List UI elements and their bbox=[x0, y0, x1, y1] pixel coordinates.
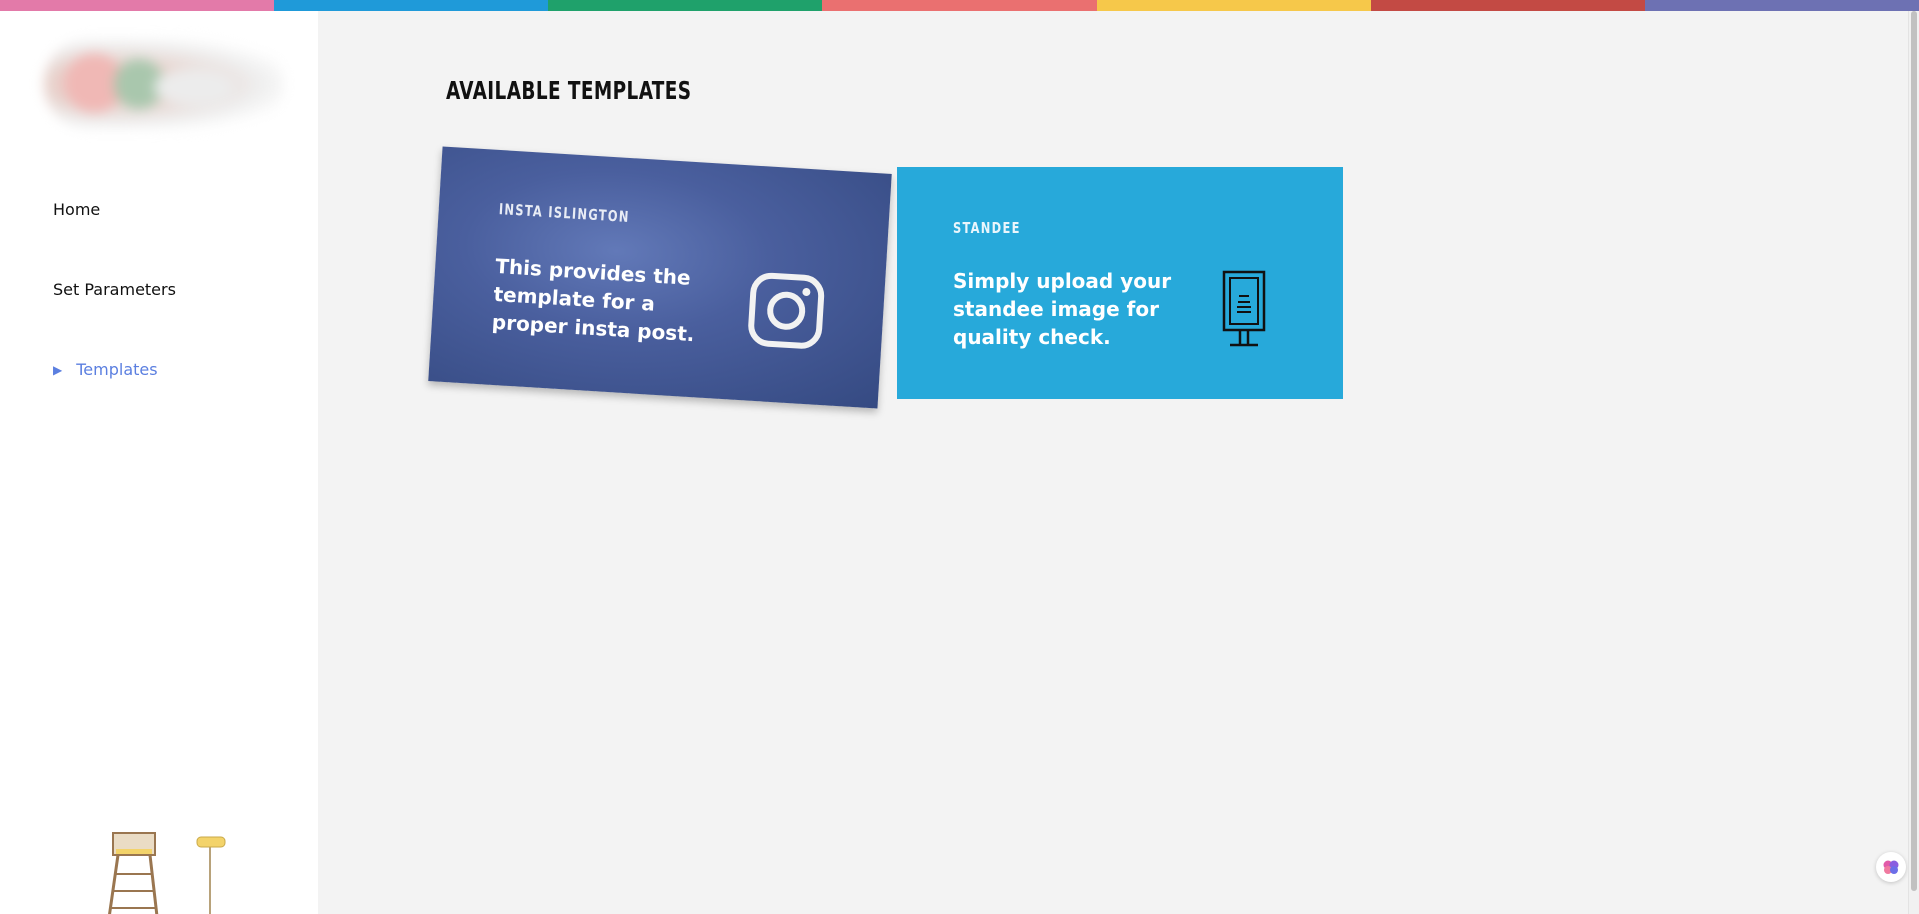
lifeguard-tower-illustration bbox=[108, 832, 226, 914]
sidebar-item-home[interactable]: Home bbox=[53, 200, 100, 219]
sidebar-item-templates[interactable]: ▶ Templates bbox=[53, 360, 158, 379]
caret-right-icon: ▶ bbox=[53, 362, 63, 377]
card-description: This provides the template for a proper … bbox=[491, 253, 696, 347]
card-title: STANDEE bbox=[953, 219, 1021, 237]
top-color-bar bbox=[0, 0, 1919, 11]
instagram-icon bbox=[748, 272, 825, 349]
vertical-scrollbar[interactable] bbox=[1908, 11, 1919, 914]
color-segment bbox=[0, 0, 275, 11]
color-segment bbox=[1096, 0, 1371, 11]
sidebar-item-set-parameters[interactable]: Set Parameters bbox=[53, 280, 176, 299]
logo[interactable] bbox=[44, 39, 284, 129]
card-title: INSTA ISLINGTON bbox=[498, 200, 631, 227]
brain-icon bbox=[1883, 860, 1899, 874]
template-card-standee[interactable]: STANDEE Simply upload your standee image… bbox=[897, 167, 1343, 399]
template-card-insta-islington[interactable]: INSTA ISLINGTON This provides the templa… bbox=[428, 146, 892, 409]
page-title: AVAILABLE TEMPLATES bbox=[446, 76, 692, 105]
color-segment bbox=[1644, 0, 1919, 11]
standee-icon bbox=[1222, 270, 1266, 347]
color-segment bbox=[822, 0, 1097, 11]
sidebar: Home Set Parameters ▶ Templates bbox=[0, 11, 318, 914]
sidebar-item-label: Templates bbox=[76, 360, 158, 379]
scrollbar-thumb[interactable] bbox=[1911, 11, 1917, 891]
card-description: Simply upload your standee image for qua… bbox=[953, 269, 1172, 349]
color-segment bbox=[274, 0, 549, 11]
color-segment bbox=[1370, 0, 1645, 11]
sidebar-item-label: Set Parameters bbox=[53, 280, 176, 299]
assistant-button[interactable] bbox=[1876, 852, 1906, 882]
sidebar-item-label: Home bbox=[53, 200, 101, 219]
color-segment bbox=[548, 0, 823, 11]
